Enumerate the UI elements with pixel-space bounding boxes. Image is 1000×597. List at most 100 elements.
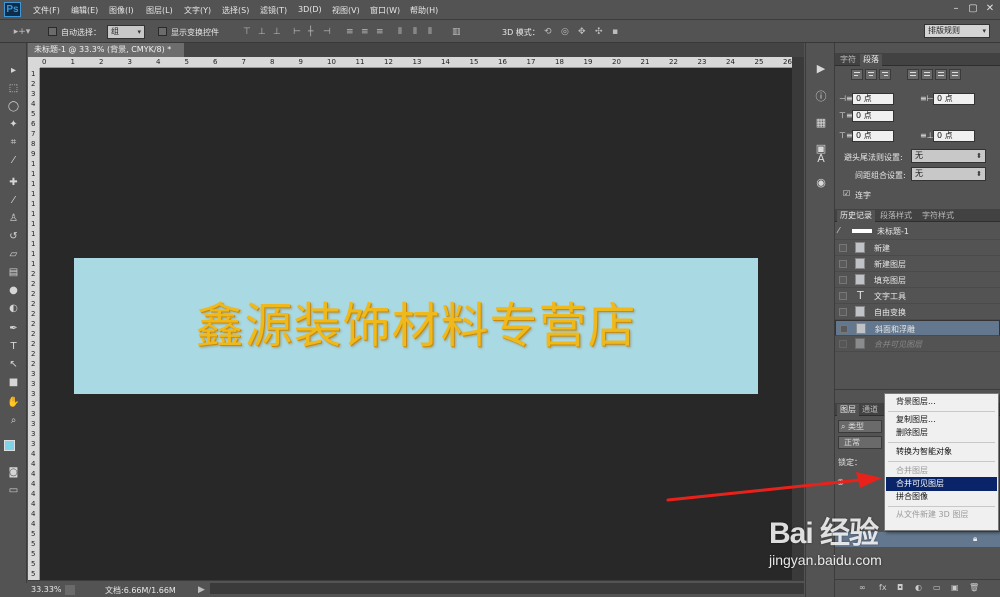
distribute-right-icon[interactable]: ⦀ [428,27,432,37]
tab-history[interactable]: 历史记录 [837,210,875,222]
status-menu-icon[interactable]: ▶ [198,585,205,595]
menu-help[interactable]: 帮助(H) [410,5,438,16]
align-hcenter-icon[interactable]: ┼ [308,27,313,37]
indent-first-field[interactable]: 0 点 [852,110,894,122]
history-item[interactable]: 新建图层 [835,256,1000,272]
history-item[interactable]: T 文字工具 [835,288,1000,304]
justify-all-icon[interactable] [949,69,961,80]
align-left-icon[interactable]: ⊢ [293,27,301,37]
hyphen-dropdown[interactable]: 无 ⬍ [911,149,986,163]
align-bottom-icon[interactable]: ⊥ [273,27,281,37]
menu-item-duplicate-layer[interactable]: 复制图层... [886,413,997,427]
move-tool-icon[interactable]: ▸ [5,63,22,78]
info-icon[interactable]: ⓘ [813,89,829,105]
scale-3d-icon[interactable]: ▪ [612,27,618,37]
distribute-hcenter-icon[interactable]: ⦀ [413,27,417,37]
path-select-icon[interactable]: ↖ [5,357,22,372]
roll-3d-icon[interactable]: ◎ [561,27,569,37]
workspace-dropdown[interactable]: 排版规则 ▾ [924,24,990,38]
blend-mode-dropdown[interactable]: 正常 [838,436,882,449]
close-icon[interactable]: ✕ [984,3,996,15]
show-transform-checkbox[interactable] [158,27,167,36]
distribute-vcenter-icon[interactable]: ≡ [361,27,369,37]
menu-image[interactable]: 图像(I) [109,5,134,16]
maximize-icon[interactable]: ▢ [967,3,979,15]
auto-align-icon[interactable]: ▥ [452,27,461,37]
horizontal-scrollbar[interactable] [210,583,804,594]
status-preview-icon[interactable] [65,585,75,595]
menu-edit[interactable]: 编辑(E) [71,5,98,16]
align-left-text-icon[interactable] [851,69,863,80]
menu-filter[interactable]: 滤镜(T) [260,5,287,16]
type-tool-icon[interactable]: T [5,339,22,354]
align-right-text-icon[interactable] [879,69,891,80]
clone-stamp-icon[interactable]: ♙ [5,211,22,226]
menu-item-merge-visible[interactable]: 合并可见图层 [886,477,997,491]
history-item-selected[interactable]: 斜面和浮雕 [835,320,1000,336]
menu-3d[interactable]: 3D(D) [298,5,322,14]
tab-paragraph-styles[interactable]: 段落样式 [877,210,915,222]
auto-select-checkbox[interactable] [48,27,57,36]
document-tab[interactable]: 未标题-1 @ 33.3% (背景, CMYK/8) * [28,43,184,57]
minimize-icon[interactable]: – [950,3,962,15]
visibility-eye-icon[interactable]: ◉ [837,477,850,490]
document-canvas[interactable]: 鑫源装饰材料专营店 [40,68,792,580]
menu-view[interactable]: 视图(V) [332,5,360,16]
menu-item-background-layer[interactable]: 背景图层... [886,395,997,409]
tab-character[interactable]: 字符 [837,54,859,66]
justify-left-icon[interactable] [907,69,919,80]
history-item[interactable]: 填充图层 [835,272,1000,288]
quick-mask-icon[interactable]: ◙ [5,465,22,480]
tab-layers[interactable]: 图层 [837,404,859,416]
move-tool-icon[interactable]: ▸+▾ [12,27,32,37]
tab-character-styles[interactable]: 字符样式 [919,210,957,222]
lasso-tool-icon[interactable]: ◯ [5,99,22,114]
eraser-icon[interactable]: ▱ [5,247,22,262]
rectangle-tool-icon[interactable]: ■ [5,375,22,390]
menu-layer[interactable]: 图层(L) [146,5,173,16]
zoom-tool-icon[interactable]: ⌕ [5,413,22,428]
distribute-left-icon[interactable]: ⦀ [398,27,402,37]
play-action-icon[interactable]: ▶ [813,61,829,77]
history-snapshot[interactable]: ⁄ 未标题-1 [835,223,1000,240]
spacing-dropdown[interactable]: 无 ⬍ [911,167,986,181]
pen-tool-icon[interactable]: ✒ [5,321,22,336]
distribute-bottom-icon[interactable]: ≡ [376,27,384,37]
distribute-top-icon[interactable]: ≡ [346,27,354,37]
character-style-icon[interactable]: A [813,151,829,167]
brush-tool-icon[interactable]: ⁄ [5,193,22,208]
menu-item-convert-smart-object[interactable]: 转换为智能对象 [886,445,997,459]
screen-mode-icon[interactable]: ▭ [5,483,22,498]
hyphenate-check-icon[interactable]: ☑ [843,189,850,198]
history-item[interactable]: 自由变换 [835,304,1000,320]
healing-brush-icon[interactable]: ✚ [5,175,22,190]
zoom-level[interactable]: 33.33% [31,585,62,594]
eyedropper-icon[interactable]: ⁄ [5,153,22,168]
hand-tool-icon[interactable]: ✋ [5,395,22,410]
menu-window[interactable]: 窗口(W) [370,5,400,16]
auto-select-dropdown[interactable]: 组 ▾ [107,25,145,39]
marquee-tool-icon[interactable]: ⬚ [5,81,22,96]
slide-3d-icon[interactable]: ✣ [595,27,603,37]
history-item-pending[interactable]: 合并可见图层 [835,336,1000,352]
crop-tool-icon[interactable]: ⌗ [5,135,22,150]
gradient-tool-icon[interactable]: ▤ [5,265,22,280]
tab-paragraph[interactable]: 段落 [860,54,882,66]
menu-file[interactable]: 文件(F) [33,5,60,16]
align-top-icon[interactable]: ⊤ [243,27,251,37]
properties-icon[interactable]: ◉ [813,175,829,191]
menu-select[interactable]: 选择(S) [222,5,249,16]
artboard[interactable]: 鑫源装饰材料专营店 [74,258,758,394]
history-brush-icon[interactable]: ↺ [5,229,22,244]
menu-item-delete-layer[interactable]: 删除图层 [886,426,997,440]
blur-tool-icon[interactable]: ● [5,283,22,298]
tab-channels[interactable]: 通道 [859,404,881,416]
history-item[interactable]: 新建 [835,240,1000,256]
align-vcenter-icon[interactable]: ⊥ [258,27,266,37]
swatches-icon[interactable]: ▦ [813,115,829,131]
space-after-field[interactable]: 0 点 [933,130,975,142]
dodge-tool-icon[interactable]: ◐ [5,301,22,316]
space-before-field[interactable]: 0 点 [852,130,894,142]
magic-wand-icon[interactable]: ✦ [5,117,22,132]
indent-right-field[interactable]: 0 点 [933,93,975,105]
